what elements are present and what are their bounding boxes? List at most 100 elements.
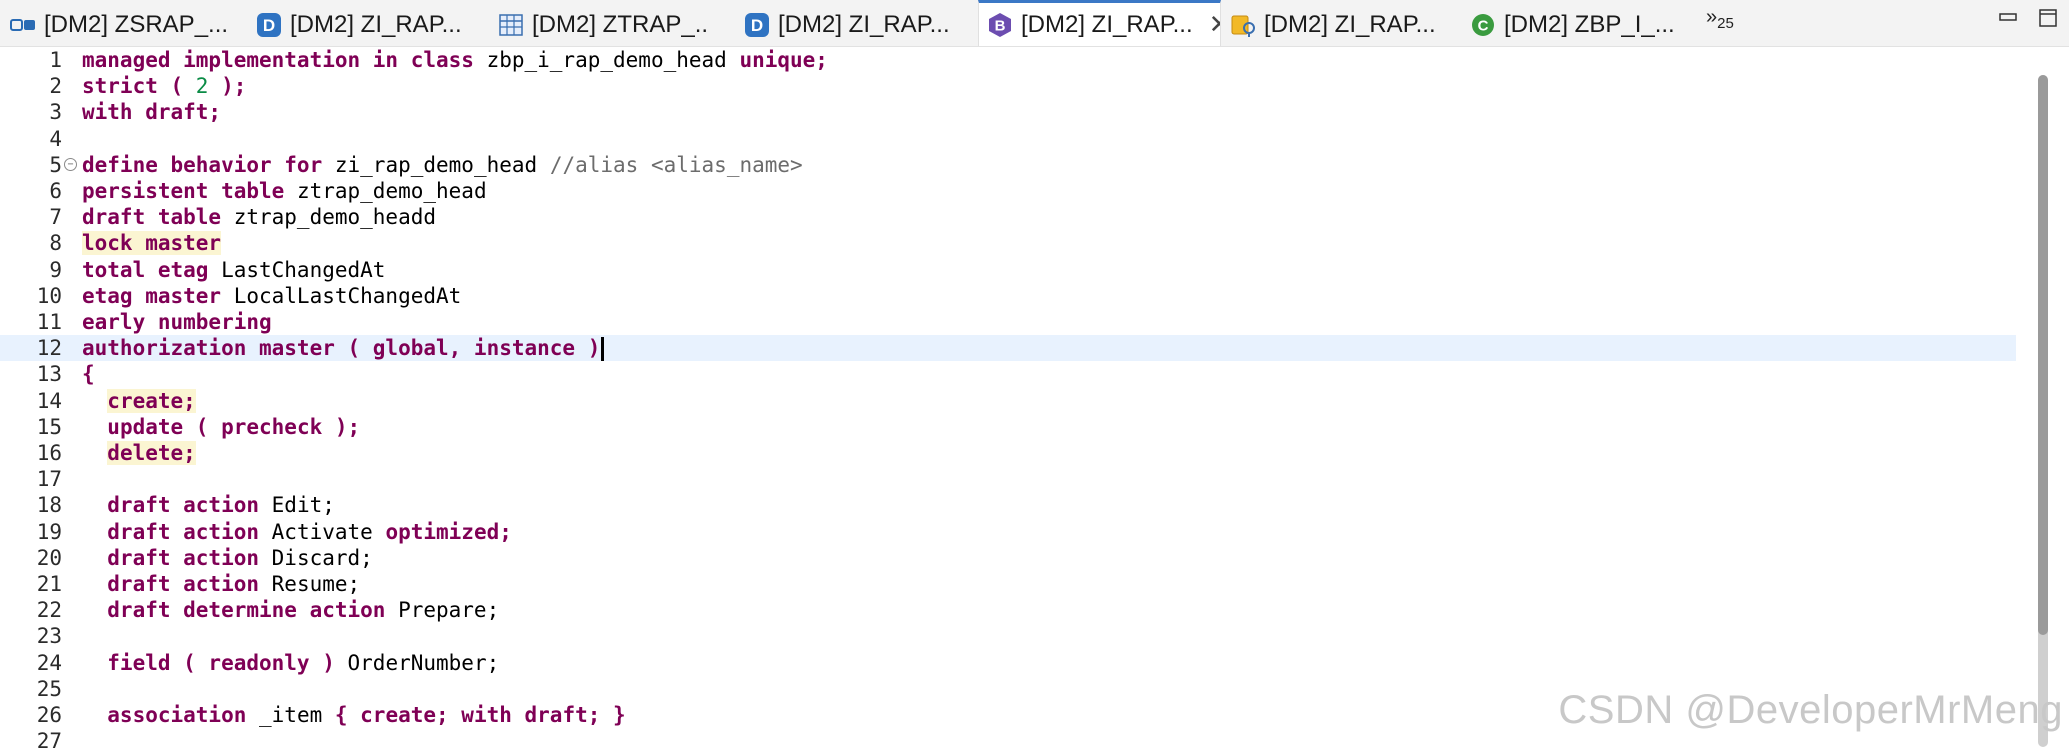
code-text: define behavior for zi_rap_demo_head //a… (82, 152, 803, 178)
svg-text:D: D (751, 16, 763, 35)
line-number: 10 (36, 283, 62, 308)
tab-zi-rap-access-control[interactable]: [DM2] ZI_RAP... (1230, 4, 1440, 46)
identifier-token: ztrap_demo_head (296, 179, 487, 203)
code-text: early numbering (82, 309, 272, 335)
code-line[interactable]: 24 field ( readonly ) OrderNumber; (0, 650, 2016, 676)
code-line[interactable]: 13 { (0, 361, 2016, 387)
tab-label: [DM2] ZI_RAP... (778, 11, 950, 38)
keyword-token: draft action (82, 545, 272, 570)
line-number: 19 (36, 519, 62, 544)
tab-overflow-button[interactable]: »25 (1706, 6, 1734, 32)
line-number: 11 (36, 310, 62, 334)
code-line[interactable]: 22 draft determine action Prepare; (0, 597, 2016, 623)
line-number: 15 (36, 414, 62, 439)
vertical-scrollbar[interactable] (2016, 47, 2069, 747)
code-line[interactable]: 11 early numbering (0, 309, 2016, 335)
comment-token: //alias <alias_name> (549, 152, 803, 177)
code-line[interactable]: 12 authorization master ( global, instanc… (0, 335, 2016, 362)
code-line[interactable]: 19 draft action Activate optimized; (0, 519, 2016, 545)
code-line[interactable]: 16 delete; (0, 440, 2016, 466)
keyword-token: persistent table (82, 179, 297, 203)
code-text: authorization master ( global, instance … (82, 335, 605, 362)
line-number: 14 (36, 388, 62, 413)
tab-zi-rap-data-definition-1[interactable]: D [DM2] ZI_RAP... (256, 4, 466, 46)
line-number: 26 (36, 703, 62, 727)
keyword-token: field ( readonly ) (82, 650, 348, 675)
keyword-token: with draft; (82, 100, 222, 125)
tab-zi-rap-data-definition-2[interactable]: D [DM2] ZI_RAP... (744, 4, 954, 46)
close-icon[interactable]: ✕ (1209, 9, 1220, 40)
code-line[interactable]: 18 draft action Edit; (0, 492, 2016, 518)
keyword-token: unique; (726, 48, 828, 72)
keyword-token: total etag (82, 257, 222, 282)
editor-tab-bar: [DM2] ZSRAP_... D [DM2] ZI_RAP... [DM2] … (0, 0, 2069, 47)
code-line[interactable]: 10 etag master LocalLastChangedAt (0, 283, 2016, 309)
code-line[interactable]: 7 draft table ztrap_demo_headd (0, 204, 2016, 230)
table-icon (499, 14, 523, 36)
tab-zsrap-service-binding[interactable]: [DM2] ZSRAP_... (10, 4, 235, 46)
identifier-token: _item (259, 703, 335, 727)
code-text: { (82, 361, 95, 387)
scrollbar-thumb[interactable] (2038, 75, 2048, 635)
code-editor[interactable]: 1 managed implementation in class zbp_i_r… (0, 47, 2069, 753)
identifier-token: Resume; (271, 572, 361, 596)
identifier-token: zi_rap_demo_head (334, 152, 550, 177)
identifier-token: Activate (271, 519, 386, 544)
maximize-icon[interactable] (2038, 8, 2058, 28)
line-number: 2 (49, 74, 62, 99)
keyword-token: managed implementation in class (82, 48, 487, 72)
code-text: draft table ztrap_demo_headd (82, 204, 436, 230)
line-number: 25 (36, 676, 62, 701)
code-line[interactable]: 14 create; (0, 388, 2016, 414)
code-line[interactable]: 3 with draft; (0, 99, 2016, 125)
identifier-token (82, 415, 107, 439)
line-number: 8 (49, 231, 62, 256)
code-line[interactable]: 21 draft action Resume; (0, 571, 2016, 597)
tab-zbp-abap-class[interactable]: C [DM2] ZBP_I_... (1470, 4, 1680, 46)
tab-ztrap-table[interactable]: [DM2] ZTRAP_... (498, 4, 708, 46)
data-definition-icon: D (257, 13, 281, 37)
fold-toggle-icon[interactable]: − (64, 157, 77, 171)
keyword-token: { (82, 362, 95, 387)
keyword-token: update ( precheck ); (107, 414, 361, 439)
keyword-token: draft table (82, 205, 234, 230)
line-number: 18 (36, 493, 62, 518)
abap-class-icon: C (1472, 14, 1494, 36)
code-line[interactable]: 8 lock master (0, 230, 2016, 256)
chevron-double-right-icon: » (1706, 6, 1718, 28)
code-text: persistent table ztrap_demo_head (82, 178, 487, 204)
code-line[interactable]: 5− define behavior for zi_rap_demo_head /… (0, 152, 2016, 178)
tab-label: [DM2] ZI_RAP... (1021, 10, 1193, 38)
code-line[interactable]: 1 managed implementation in class zbp_i_r… (0, 47, 2016, 73)
number-token: 2 (195, 74, 209, 99)
keyword-token: early numbering (82, 310, 272, 334)
identifier-token: LastChangedAt (221, 257, 386, 282)
keyword-token: ); (208, 74, 247, 99)
keyword-token: delete; (107, 441, 196, 465)
code-line[interactable]: 17 (0, 466, 2016, 492)
code-text: etag master LocalLastChangedAt (82, 283, 461, 309)
behavior-definition-icon: B (989, 12, 1011, 37)
tab-zi-rap-behavior-definition[interactable]: B [DM2] ZI_RAP... ✕ (978, 0, 1221, 46)
svg-text:B: B (995, 17, 1006, 34)
line-number: 24 (36, 650, 62, 675)
code-line[interactable]: 6 persistent table ztrap_demo_head (0, 178, 2016, 204)
code-line[interactable]: 2 strict ( 2 ); (0, 73, 2016, 99)
line-number: 22 (36, 598, 62, 623)
code-line[interactable]: 23 (0, 623, 2016, 649)
identifier-token (82, 441, 107, 465)
code-text: strict ( 2 ); (82, 73, 246, 99)
code-line[interactable]: 15 update ( precheck ); (0, 414, 2016, 440)
keyword-token: optimized; (385, 519, 512, 544)
keyword-token: define behavior for (82, 152, 335, 177)
identifier-token: Prepare; (398, 598, 500, 623)
tab-label: [DM2] ZI_RAP... (1264, 11, 1436, 38)
code-line[interactable]: 20 draft action Discard; (0, 545, 2016, 571)
code-text: with draft; (82, 99, 221, 125)
line-number: 7 (49, 205, 62, 230)
minimize-icon[interactable] (1998, 8, 2018, 26)
code-line[interactable]: 9 total etag LastChangedAt (0, 257, 2016, 283)
text-cursor (601, 337, 605, 362)
code-line[interactable]: 4 (0, 126, 2016, 152)
code-text: draft action Discard; (82, 545, 373, 571)
